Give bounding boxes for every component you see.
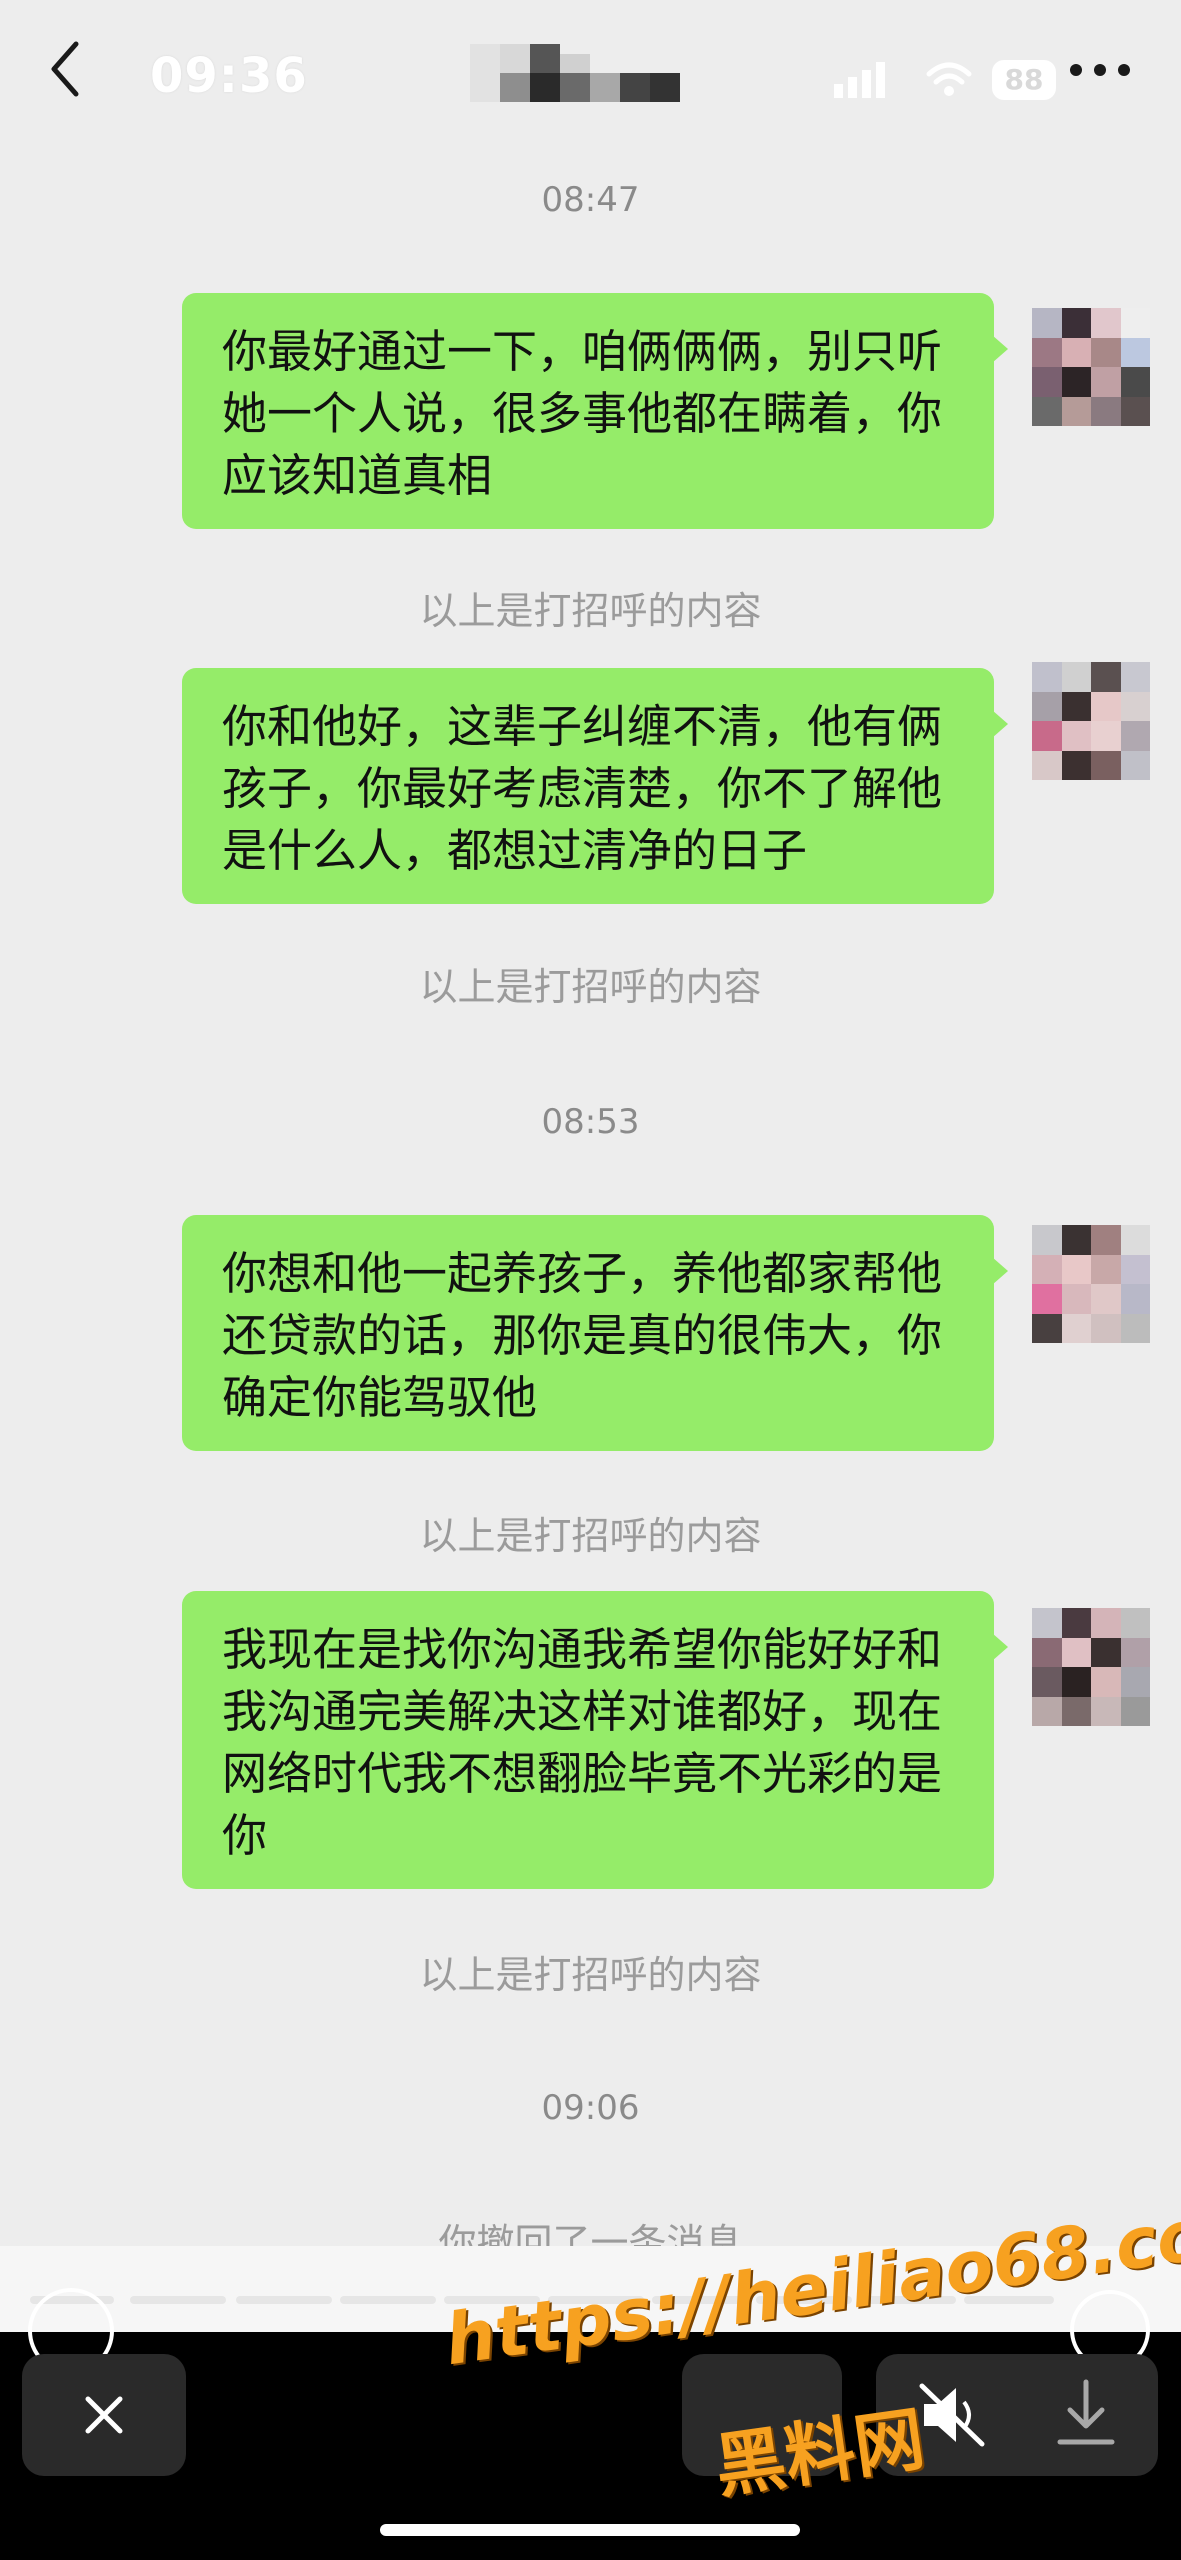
system-note: 以上是打招呼的内容 (419, 1514, 762, 1558)
wifi-icon (926, 62, 972, 96)
message-bubble-4[interactable]: 我现在是找你沟通我希望你能好好和我沟通完美解决这样对谁都好，现在网络时代我不想翻… (182, 1591, 1008, 1889)
chat-screen: 09:36 88 08:47 你最好通过一下，咱俩俩俩，别只听她一个人说，很多事… (0, 0, 1181, 2560)
signal-icon (834, 62, 885, 98)
mute-icon[interactable] (916, 2380, 996, 2450)
system-note: 以上是打招呼的内容 (419, 589, 762, 633)
timestamp: 08:47 (541, 180, 640, 220)
home-indicator (380, 2524, 800, 2536)
system-note: 以上是打招呼的内容 (419, 1953, 762, 1997)
message-bubble-3[interactable]: 你想和他一起养孩子，养他都家帮他还贷款的话，那你是真的很伟大，你确定你能驾驭他 (182, 1215, 1008, 1451)
timestamp: 09:06 (541, 2088, 640, 2128)
message-bubble-1[interactable]: 你最好通过一下，咱俩俩俩，别只听她一个人说，很多事他都在瞒着，你应该知道真相 (182, 293, 1008, 529)
more-dots-icon[interactable] (1060, 50, 1140, 90)
chat-title-pixelated (470, 44, 680, 102)
timestamp: 08:53 (541, 1102, 640, 1142)
avatar[interactable] (1032, 1608, 1150, 1726)
download-icon[interactable] (1046, 2376, 1126, 2452)
close-icon (85, 2396, 123, 2434)
avatar[interactable] (1032, 308, 1150, 426)
battery-level: 88 (992, 60, 1056, 100)
avatar[interactable] (1032, 1225, 1150, 1343)
system-note: 以上是打招呼的内容 (419, 965, 762, 1009)
close-button[interactable] (22, 2354, 186, 2476)
message-bubble-2[interactable]: 你和他好，这辈子纠缠不清，他有俩孩子，你最好考虑清楚，你不了解他是什么人，都想过… (182, 668, 1008, 904)
back-icon[interactable] (40, 36, 94, 102)
top-bar: 09:36 88 (0, 0, 1181, 150)
status-time: 09:36 (150, 48, 308, 104)
avatar[interactable] (1032, 662, 1150, 780)
